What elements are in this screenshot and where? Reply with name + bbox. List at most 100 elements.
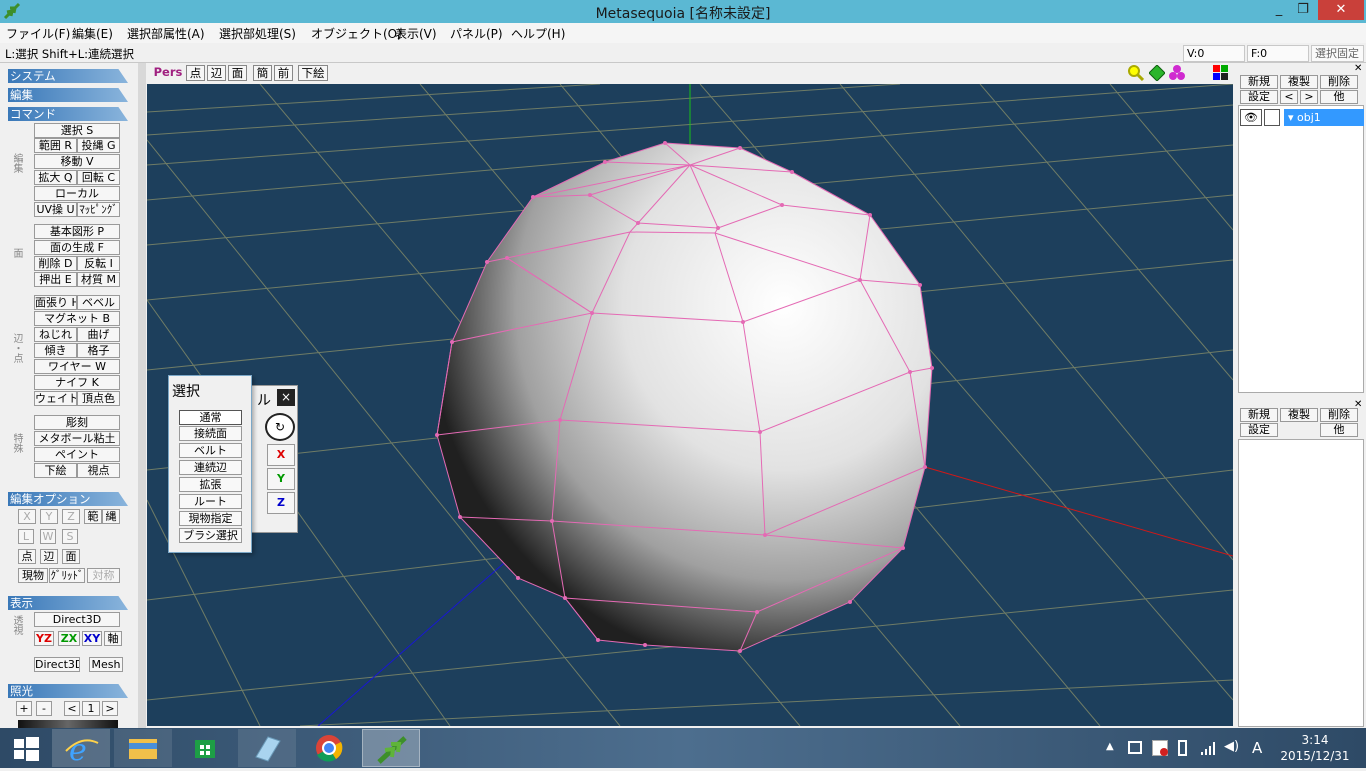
material-new-button[interactable]: 新規 (1240, 408, 1278, 422)
vertex-toggle[interactable]: 点 (18, 549, 36, 564)
object-panel-close-icon[interactable]: ✕ (1354, 63, 1362, 74)
fill-face-button[interactable]: 面張り H (34, 295, 77, 310)
tool-z-button[interactable]: Z (267, 492, 295, 514)
lasso-toggle[interactable]: 縄 (102, 509, 120, 524)
select-button[interactable]: 選択 S (34, 123, 120, 138)
notepad-icon[interactable] (238, 729, 296, 767)
action-center-icon[interactable] (1128, 741, 1142, 754)
vertex-color-button[interactable]: 頂点色 (77, 391, 120, 406)
minimize-button[interactable]: _ (1268, 0, 1290, 20)
lock-toggle[interactable] (1264, 109, 1280, 126)
direct3d-toggle[interactable]: Direct3D (34, 657, 80, 672)
bevel-button[interactable]: ベベル (77, 295, 120, 310)
visibility-eye-icon[interactable]: 👁 (1240, 109, 1262, 126)
menu-panel[interactable]: パネル(P) (450, 25, 503, 42)
object-other-button[interactable]: 他 (1320, 90, 1358, 104)
chrome-icon[interactable] (300, 729, 358, 767)
symmetry-toggle[interactable]: 対称 (87, 568, 120, 583)
signal-icon[interactable] (1200, 740, 1216, 756)
s-toggle[interactable]: S (62, 529, 78, 544)
rotate-circle-icon[interactable]: ↻ (265, 413, 295, 441)
paint-button[interactable]: ペイント (34, 447, 120, 462)
view-xy-button[interactable]: XY (82, 631, 102, 646)
start-button[interactable] (0, 729, 58, 767)
axis-z-toggle[interactable]: Z (62, 509, 80, 524)
metaball-button[interactable]: メタボール粘土 (34, 431, 120, 446)
vertex-mode-tab[interactable]: 点 (186, 65, 205, 81)
palette-icon[interactable] (1213, 65, 1228, 80)
material-button[interactable]: 材質 M (77, 272, 120, 287)
bend-button[interactable]: 曲げ (77, 327, 120, 342)
menu-view[interactable]: 表示(V) (395, 25, 437, 42)
face-mode-tab[interactable]: 面 (228, 65, 247, 81)
light-add-button[interactable]: + (16, 701, 32, 716)
light-prev-button[interactable]: < (64, 701, 80, 716)
scale-button[interactable]: 拡大 Q (34, 170, 77, 185)
weight-button[interactable]: ウェイト (34, 391, 77, 406)
metasequoia-icon[interactable] (362, 729, 420, 767)
select-current-button[interactable]: 現物指定 (179, 511, 242, 526)
magnet-button[interactable]: マグネット B (34, 311, 120, 326)
l-toggle[interactable]: L (18, 529, 34, 544)
network-error-icon[interactable] (1152, 740, 1168, 756)
primitive-button[interactable]: 基本図形 P (34, 224, 120, 239)
zoom-icon[interactable] (1128, 65, 1145, 82)
menu-selection-attr[interactable]: 選択部属性(A) (127, 25, 205, 42)
select-normal-button[interactable]: 通常 (179, 410, 242, 425)
underlay-tab[interactable]: 下絵 (298, 65, 328, 81)
lasso-button[interactable]: 投縄 G (77, 138, 120, 153)
material-delete-button[interactable]: 削除 (1320, 408, 1358, 422)
create-face-button[interactable]: 面の生成 F (34, 240, 120, 255)
range-button[interactable]: 範囲 R (34, 138, 77, 153)
viewpoint-button[interactable]: 視点 (77, 463, 120, 478)
clock-time[interactable]: 3:14 (1280, 733, 1350, 747)
3d-view[interactable] (147, 84, 1233, 726)
range-toggle[interactable]: 範 (84, 509, 102, 524)
object-row[interactable]: ▾ obj1 (1284, 109, 1364, 126)
store-icon[interactable] (176, 729, 234, 767)
section-display[interactable]: 表示 (8, 596, 128, 610)
volume-icon[interactable]: ◀) (1224, 739, 1239, 754)
section-command[interactable]: コマンド (8, 107, 128, 121)
mapping-button[interactable]: ﾏｯﾋﾟﾝｸﾞ (77, 202, 120, 217)
front-tab[interactable]: 前 (274, 65, 293, 81)
w-toggle[interactable]: W (40, 529, 56, 544)
select-expand-button[interactable]: 拡張 (179, 477, 242, 492)
section-system[interactable]: システム (8, 69, 128, 83)
light-next-button[interactable]: > (102, 701, 118, 716)
selection-lock-button[interactable]: 選択固定 (1311, 45, 1364, 62)
mesh-toggle[interactable]: Mesh (89, 657, 123, 672)
knife-button[interactable]: ナイフ K (34, 375, 120, 390)
tool-x-button[interactable]: X (267, 444, 295, 466)
close-button[interactable]: ✕ (1318, 0, 1364, 20)
panel-scrollbar[interactable] (138, 63, 146, 728)
menu-selection-proc[interactable]: 選択部処理(S) (219, 25, 296, 42)
delete-button[interactable]: 削除 D (34, 256, 77, 271)
file-explorer-icon[interactable] (114, 729, 172, 767)
object-prev-button[interactable]: < (1280, 90, 1298, 104)
menu-help[interactable]: ヘルプ(H) (511, 25, 565, 42)
tool-panel-close-button[interactable]: × (277, 389, 295, 406)
rotate-button[interactable]: 回転 C (77, 170, 120, 185)
object-new-button[interactable]: 新規 (1240, 75, 1278, 89)
material-settings-button[interactable]: 設定 (1240, 423, 1278, 437)
object-settings-button[interactable]: 設定 (1240, 90, 1278, 104)
ie-icon[interactable]: e (52, 729, 110, 768)
move-button[interactable]: 移動 V (34, 154, 120, 169)
axis-y-toggle[interactable]: Y (40, 509, 58, 524)
select-edgeloop-button[interactable]: 連続辺 (179, 460, 242, 475)
ime-indicator[interactable]: A (1252, 739, 1262, 757)
pers-tab[interactable]: Pers (152, 65, 184, 81)
view-zx-button[interactable]: ZX (58, 631, 80, 646)
material-other-button[interactable]: 他 (1320, 423, 1358, 437)
select-brush-button[interactable]: ブラシ選択 (179, 528, 242, 543)
menu-file[interactable]: ファイル(F) (6, 25, 70, 42)
material-list[interactable] (1238, 439, 1364, 727)
underlay-button[interactable]: 下絵 (34, 463, 77, 478)
axis-button[interactable]: 軸 (104, 631, 122, 646)
expand-arrow-icon[interactable]: ▾ (1288, 111, 1297, 124)
wire-button[interactable]: ワイヤー W (34, 359, 120, 374)
face-toggle[interactable]: 面 (62, 549, 80, 564)
current-toggle[interactable]: 現物 (18, 568, 48, 583)
section-edit-options[interactable]: 編集オプション (8, 492, 128, 506)
